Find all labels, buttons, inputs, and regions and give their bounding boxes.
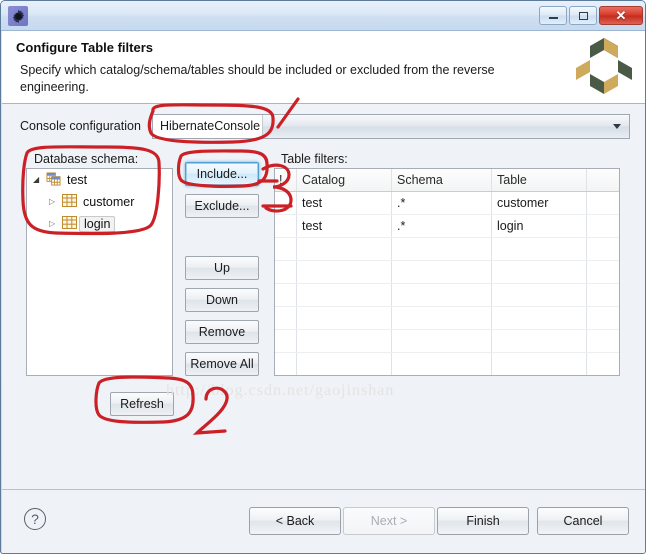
- configure-table-filters-dialog: ✕ Configure Table filters Specify which …: [0, 0, 646, 554]
- remove-all-button[interactable]: Remove All: [185, 352, 259, 376]
- tree-item-label: test: [67, 173, 88, 187]
- table-filters-label: Table filters:: [278, 152, 351, 166]
- refresh-button[interactable]: Refresh: [110, 392, 174, 416]
- next-button: Next >: [343, 507, 435, 535]
- cell-schema: .*: [392, 192, 492, 214]
- column-header-spacer[interactable]: [587, 169, 619, 191]
- table-row-empty[interactable]: [275, 238, 619, 261]
- column-header-table[interactable]: Table: [492, 169, 587, 191]
- watermark: http://blog.csdn.net/gaojinshan: [166, 382, 395, 399]
- column-header-flag[interactable]: !: [275, 169, 297, 191]
- tree-item-test[interactable]: ◢ test: [27, 169, 172, 191]
- window-controls: ✕: [539, 6, 643, 25]
- tree-item-label: customer: [83, 195, 135, 209]
- cell-table: customer: [492, 192, 587, 214]
- console-configuration-combo[interactable]: HibernateConsole: [152, 114, 630, 139]
- cell-catalog: test: [297, 215, 392, 237]
- chevron-down-icon[interactable]: [613, 124, 621, 129]
- wizard-header: Configure Table filters Specify which ca…: [2, 31, 645, 104]
- tree-item-label: login: [79, 216, 116, 232]
- page-description: Specify which catalog/schema/tables shou…: [20, 63, 495, 94]
- cell-flag: [275, 192, 297, 214]
- minimize-button[interactable]: [539, 6, 567, 25]
- cell-spacer: [587, 192, 619, 214]
- page-title: Configure Table filters: [16, 40, 153, 55]
- column-header-catalog[interactable]: Catalog: [297, 169, 392, 191]
- table-filters-table[interactable]: ! Catalog Schema Table test .* customer …: [274, 168, 620, 376]
- table-row-empty[interactable]: [275, 330, 619, 353]
- cell-flag: [275, 215, 297, 237]
- column-header-schema[interactable]: Schema: [392, 169, 492, 191]
- database-schema-label: Database schema:: [34, 152, 139, 166]
- dialog-footer: ? < Back Next > Finish Cancel: [2, 489, 645, 553]
- help-icon[interactable]: ?: [24, 508, 46, 530]
- cell-spacer: [587, 215, 619, 237]
- exclude-button[interactable]: Exclude...: [185, 194, 259, 218]
- remove-button[interactable]: Remove: [185, 320, 259, 344]
- include-button[interactable]: Include...: [185, 162, 259, 186]
- table-icon: [62, 216, 80, 232]
- table-row-empty[interactable]: [275, 307, 619, 330]
- close-button[interactable]: ✕: [599, 6, 643, 25]
- database-schema-tree[interactable]: ◢ test ▷ customer ▷ login: [26, 168, 173, 376]
- maximize-button[interactable]: [569, 6, 597, 25]
- dialog-body: Console configuration HibernateConsole D…: [2, 104, 645, 489]
- cell-schema: .*: [392, 215, 492, 237]
- table-row-empty[interactable]: [275, 353, 619, 375]
- tree-item-customer[interactable]: ▷ customer: [27, 191, 172, 213]
- down-button[interactable]: Down: [185, 288, 259, 312]
- table-row[interactable]: test .* customer: [275, 192, 619, 215]
- cell-table: login: [492, 215, 587, 237]
- tree-item-login[interactable]: ▷ login: [27, 213, 172, 235]
- twisty-collapsed-icon[interactable]: ▷: [49, 198, 62, 206]
- up-button[interactable]: Up: [185, 256, 259, 280]
- title-bar: ✕: [1, 1, 645, 31]
- gear-icon: [8, 6, 28, 26]
- hibernate-logo: [572, 34, 636, 98]
- cancel-button[interactable]: Cancel: [537, 507, 629, 535]
- cell-catalog: test: [297, 192, 392, 214]
- table-row-empty[interactable]: [275, 261, 619, 284]
- table-row[interactable]: test .* login: [275, 215, 619, 238]
- twisty-collapsed-icon[interactable]: ▷: [49, 220, 62, 228]
- table-row-empty[interactable]: [275, 284, 619, 307]
- twisty-expanded-icon[interactable]: ◢: [33, 176, 46, 184]
- console-configuration-label: Console configuration: [20, 119, 141, 133]
- table-icon: [62, 194, 80, 210]
- back-button[interactable]: < Back: [249, 507, 341, 535]
- table-header-row: ! Catalog Schema Table: [275, 169, 619, 192]
- console-configuration-value[interactable]: HibernateConsole: [153, 115, 263, 138]
- finish-button[interactable]: Finish: [437, 507, 529, 535]
- database-schema-icon: [46, 171, 64, 189]
